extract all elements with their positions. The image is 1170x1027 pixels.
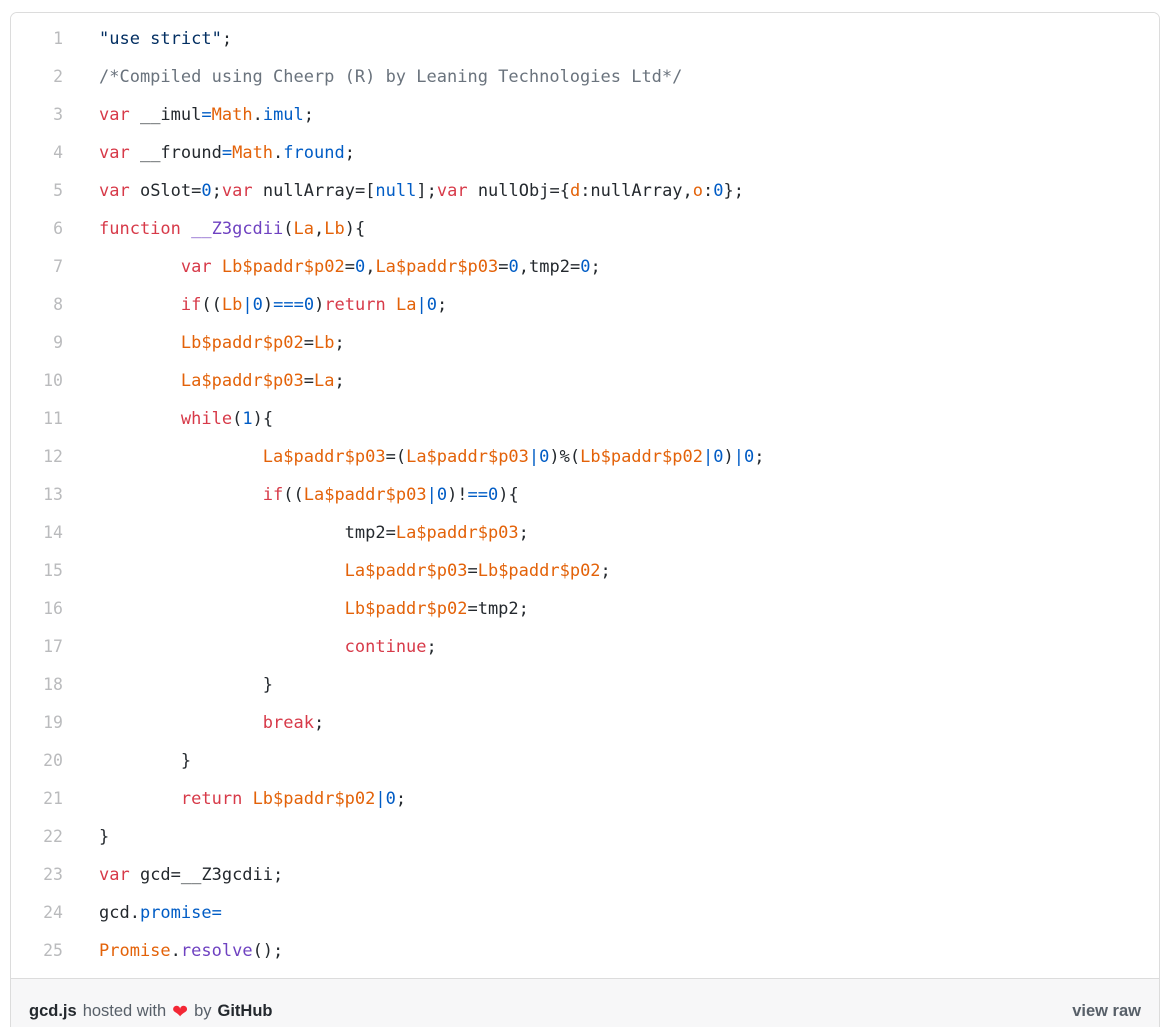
code-line: 4var __fround=Math.fround; [11, 134, 1143, 172]
line-number: 4 [11, 134, 63, 171]
code-text: } [63, 819, 109, 856]
code-line: 14 tmp2=La$paddr$p03; [11, 514, 1143, 552]
code-line: 13 if((La$paddr$p03|0)!==0){ [11, 476, 1143, 514]
code-text: function __Z3gcdii(La,Lb){ [63, 211, 365, 248]
line-number: 9 [11, 324, 63, 361]
line-number: 7 [11, 248, 63, 285]
code-text: if((Lb|0)===0)return La|0; [63, 287, 447, 324]
line-number: 20 [11, 742, 63, 779]
code-line: 3var __imul=Math.imul; [11, 96, 1143, 134]
code-line: 12 La$paddr$p03=(La$paddr$p03|0)%(Lb$pad… [11, 438, 1143, 476]
gist-embed: 1"use strict";2/*Compiled using Cheerp (… [10, 12, 1160, 1027]
code-text: while(1){ [63, 401, 273, 438]
code-text: /*Compiled using Cheerp (R) by Leaning T… [63, 59, 682, 96]
line-number: 6 [11, 210, 63, 247]
code-text: Promise.resolve(); [63, 933, 283, 970]
line-number: 25 [11, 932, 63, 969]
code-line: 23var gcd=__Z3gcdii; [11, 856, 1143, 894]
line-number: 8 [11, 286, 63, 323]
line-number: 17 [11, 628, 63, 665]
line-number: 11 [11, 400, 63, 437]
code-text: } [63, 743, 191, 780]
line-number: 1 [11, 20, 63, 57]
code-lines: 1"use strict";2/*Compiled using Cheerp (… [11, 20, 1143, 970]
line-number: 13 [11, 476, 63, 513]
by-text: by [194, 1002, 211, 1021]
code-text: var Lb$paddr$p02=0,La$paddr$p03=0,tmp2=0… [63, 249, 601, 286]
code-text: break; [63, 705, 324, 742]
line-number: 2 [11, 58, 63, 95]
code-text: Lb$paddr$p02=Lb; [63, 325, 345, 362]
code-text: var __imul=Math.imul; [63, 97, 314, 134]
code-line: 22} [11, 818, 1143, 856]
code-line: 18 } [11, 666, 1143, 704]
code-text: continue; [63, 629, 437, 666]
code-text: return Lb$paddr$p02|0; [63, 781, 406, 818]
line-number: 16 [11, 590, 63, 627]
code-line: 9 Lb$paddr$p02=Lb; [11, 324, 1143, 362]
line-number: 23 [11, 856, 63, 893]
line-number: 22 [11, 818, 63, 855]
code-line: 24gcd.promise= [11, 894, 1143, 932]
heart-icon: ❤ [172, 1003, 188, 1022]
code-area: 1"use strict";2/*Compiled using Cheerp (… [11, 13, 1159, 978]
code-text: La$paddr$p03=La; [63, 363, 345, 400]
line-number: 24 [11, 894, 63, 931]
code-text: tmp2=La$paddr$p03; [63, 515, 529, 552]
line-number: 14 [11, 514, 63, 551]
code-line: 16 Lb$paddr$p02=tmp2; [11, 590, 1143, 628]
code-line: 25Promise.resolve(); [11, 932, 1143, 970]
code-line: 6function __Z3gcdii(La,Lb){ [11, 210, 1143, 248]
line-number: 15 [11, 552, 63, 589]
code-text: Lb$paddr$p02=tmp2; [63, 591, 529, 628]
line-number: 5 [11, 172, 63, 209]
line-number: 21 [11, 780, 63, 817]
gist-attribution: gcd.js hosted with ❤ by GitHub [29, 1002, 273, 1021]
code-text: "use strict"; [63, 21, 232, 58]
code-text: La$paddr$p03=(La$paddr$p03|0)%(Lb$paddr$… [63, 439, 764, 476]
code-line: 19 break; [11, 704, 1143, 742]
github-link[interactable]: GitHub [218, 1002, 273, 1021]
code-line: 8 if((Lb|0)===0)return La|0; [11, 286, 1143, 324]
code-line: 7 var Lb$paddr$p02=0,La$paddr$p03=0,tmp2… [11, 248, 1143, 286]
code-line: 1"use strict"; [11, 20, 1143, 58]
code-line: 21 return Lb$paddr$p02|0; [11, 780, 1143, 818]
code-line: 20 } [11, 742, 1143, 780]
code-text: if((La$paddr$p03|0)!==0){ [63, 477, 519, 514]
line-number: 19 [11, 704, 63, 741]
code-line: 10 La$paddr$p03=La; [11, 362, 1143, 400]
code-line: 15 La$paddr$p03=Lb$paddr$p02; [11, 552, 1143, 590]
code-line: 5var oSlot=0;var nullArray=[null];var nu… [11, 172, 1143, 210]
code-line: 17 continue; [11, 628, 1143, 666]
code-line: 11 while(1){ [11, 400, 1143, 438]
code-text: } [63, 667, 273, 704]
code-text: gcd.promise= [63, 895, 222, 932]
code-line: 2/*Compiled using Cheerp (R) by Leaning … [11, 58, 1143, 96]
code-text: var gcd=__Z3gcdii; [63, 857, 283, 894]
code-text: var __fround=Math.fround; [63, 135, 355, 172]
code-text: La$paddr$p03=Lb$paddr$p02; [63, 553, 611, 590]
line-number: 3 [11, 96, 63, 133]
code-text: var oSlot=0;var nullArray=[null];var nul… [63, 173, 744, 210]
hosted-with-text: hosted with [83, 1002, 166, 1021]
line-number: 10 [11, 362, 63, 399]
gist-footer: gcd.js hosted with ❤ by GitHub view raw [11, 978, 1159, 1027]
line-number: 18 [11, 666, 63, 703]
gist-filename-link[interactable]: gcd.js [29, 1002, 77, 1021]
view-raw-link[interactable]: view raw [1072, 1002, 1141, 1021]
line-number: 12 [11, 438, 63, 475]
